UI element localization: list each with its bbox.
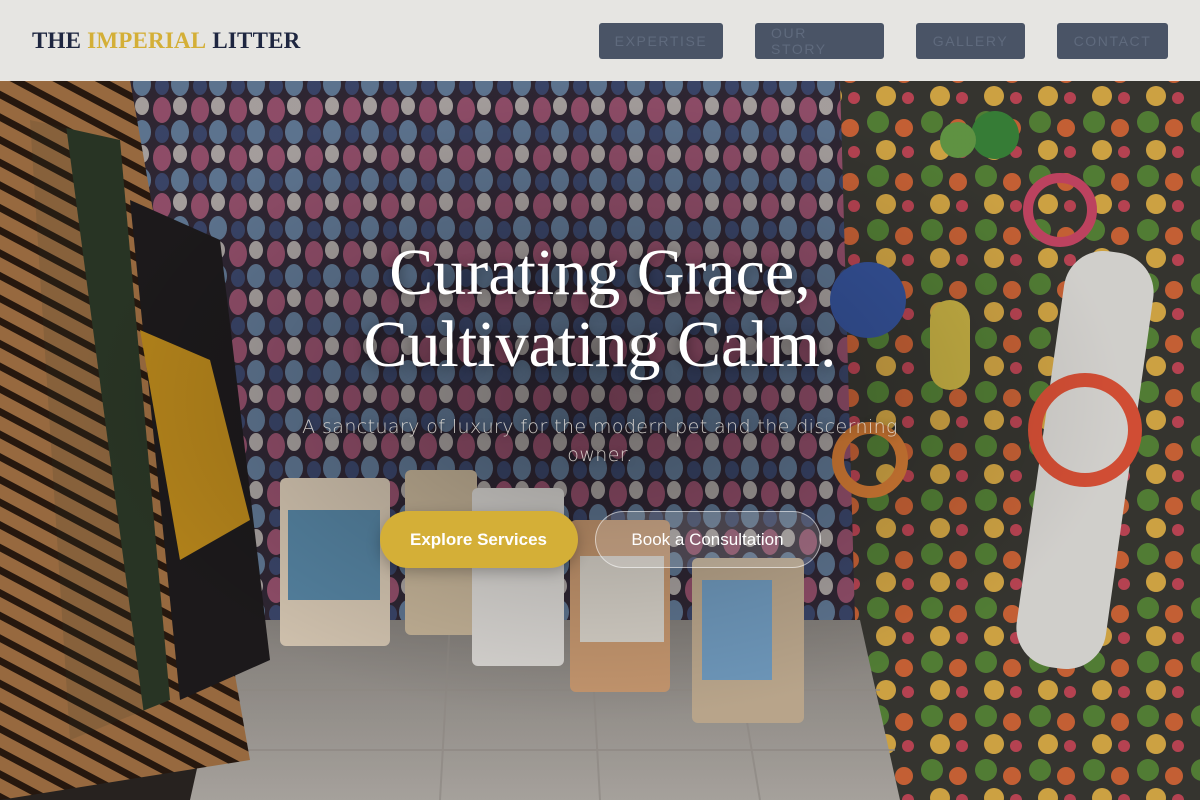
hero-title-line-1: Curating Grace,: [389, 236, 811, 309]
nav-our-story-button[interactable]: OUR STORY: [755, 22, 884, 59]
hero-title: Curating Grace, Cultivating Calm.: [0, 237, 1200, 381]
brand-word-the: THE: [32, 27, 82, 53]
hero-title-line-2: Cultivating Calm.: [363, 308, 837, 381]
explore-services-button[interactable]: Explore Services: [379, 511, 578, 568]
hero-section: Curating Grace, Cultivating Calm. A sanc…: [0, 237, 1200, 568]
site-header: THE IMPERIAL LITTER EXPERTISE OUR STORY GA…: [0, 0, 1200, 81]
book-consultation-button[interactable]: Book a Consultation: [594, 511, 821, 568]
main-nav: EXPERTISE OUR STORY GALLERY CONTACT: [599, 22, 1168, 59]
nav-gallery-button[interactable]: GALLERY: [916, 22, 1025, 59]
brand-logo[interactable]: THE IMPERIAL LITTER: [32, 28, 300, 54]
hero-subtitle: A sanctuary of luxury for the modern pet…: [302, 416, 898, 466]
brand-word-imperial: IMPERIAL: [87, 27, 207, 53]
nav-contact-button[interactable]: CONTACT: [1057, 22, 1168, 59]
hero-actions: Explore Services Book a Consultation: [0, 511, 1200, 568]
brand-word-litter: LITTER: [212, 27, 301, 53]
nav-expertise-button[interactable]: EXPERTISE: [599, 22, 723, 59]
